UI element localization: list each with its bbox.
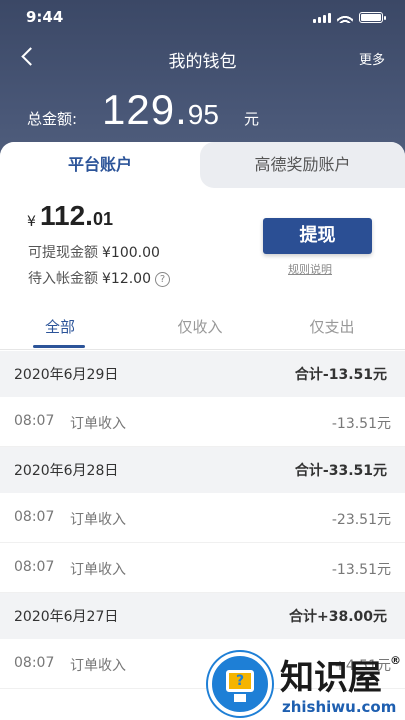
watermark-registered: ® [390,654,401,667]
day-date: 2020年6月29日 [14,367,119,383]
transaction-row[interactable]: 08:07 订单收入 -13.51元 [0,397,405,447]
transaction-amount: -13.51元 [331,416,391,432]
day-header: 2020年6月28日 合计-33.51元 [0,447,405,493]
total-amount-label: 总金额: [27,110,78,128]
battery-icon [359,12,386,23]
transaction-desc: 订单收入 [70,562,126,578]
account-tabs: 高德奖励账户 平台账户 [0,142,405,188]
day-total: 合计-13.51元 [294,367,387,383]
status-icons [313,11,386,23]
site-watermark: ? 知识屋 ® zhishiwu.com [206,648,405,720]
withdraw-button[interactable]: 提现 [263,218,372,254]
transaction-row[interactable]: 08:07 订单收入 -23.51元 [0,493,405,543]
day-header: 2020年6月29日 合计-13.51元 [0,351,405,397]
tab-platform-account[interactable]: 平台账户 [0,142,200,188]
day-date: 2020年6月27日 [14,609,119,625]
more-button[interactable]: 更多 [359,49,385,68]
watermark-logo-icon: ? [208,652,272,716]
transaction-time: 08:07 [14,559,55,575]
transaction-row[interactable]: 08:07 订单收入 -13.51元 [0,543,405,593]
withdrawable-row: 可提现金额 ¥100.00 [28,242,160,262]
wifi-icon [337,11,353,23]
filter-tabs: 全部 仅收入 仅支出 [0,304,405,350]
status-time: 9:44 [26,8,64,26]
page-title: 我的钱包 [168,52,237,72]
day-header: 2020年6月27日 合计+38.00元 [0,593,405,639]
withdrawable-label: 可提现金额 [28,245,98,261]
signal-icon [313,13,331,23]
watermark-domain: zhishiwu.com [282,698,397,716]
pending-value: ¥12.00 [102,271,151,287]
balance-integer: 112. [40,200,93,231]
transaction-desc: 订单收入 [70,416,126,432]
total-amount-decimal: 95 [187,99,219,130]
balance-amount: 112.01 [40,200,113,232]
pending-row: 待入帐金额 ¥12.00? [28,268,170,288]
pending-label: 待入帐金额 [28,271,98,287]
transaction-desc: 订单收入 [70,658,126,674]
transaction-time: 08:07 [14,413,55,429]
day-total: 合计-33.51元 [294,463,387,479]
day-date: 2020年6月28日 [14,463,119,479]
total-amount-unit: 元 [244,110,260,128]
transaction-amount: -23.51元 [331,512,391,528]
status-bar: 9:44 [0,0,405,34]
total-amount-value: 129.95 [102,86,219,134]
tab-all[interactable]: 全部 [0,304,120,350]
transaction-desc: 订单收入 [70,512,126,528]
tab-expense-only[interactable]: 仅支出 [272,304,392,350]
tab-income-only[interactable]: 仅收入 [140,304,260,350]
withdrawable-value: ¥100.00 [102,245,160,261]
total-amount-integer: 129. [102,86,188,133]
help-icon[interactable]: ? [155,271,170,287]
balance-decimal: 01 [92,209,113,229]
rules-link[interactable]: 规则说明 [288,261,332,277]
balance-currency: ¥ [27,214,36,230]
active-tab-indicator [33,345,85,348]
watermark-title: 知识屋 [280,658,382,698]
transaction-time: 08:07 [14,509,55,525]
tab-reward-account[interactable]: 高德奖励账户 [200,142,405,188]
transaction-time: 08:07 [14,655,55,671]
transaction-amount: -13.51元 [331,562,391,578]
day-total: 合计+38.00元 [288,609,387,625]
